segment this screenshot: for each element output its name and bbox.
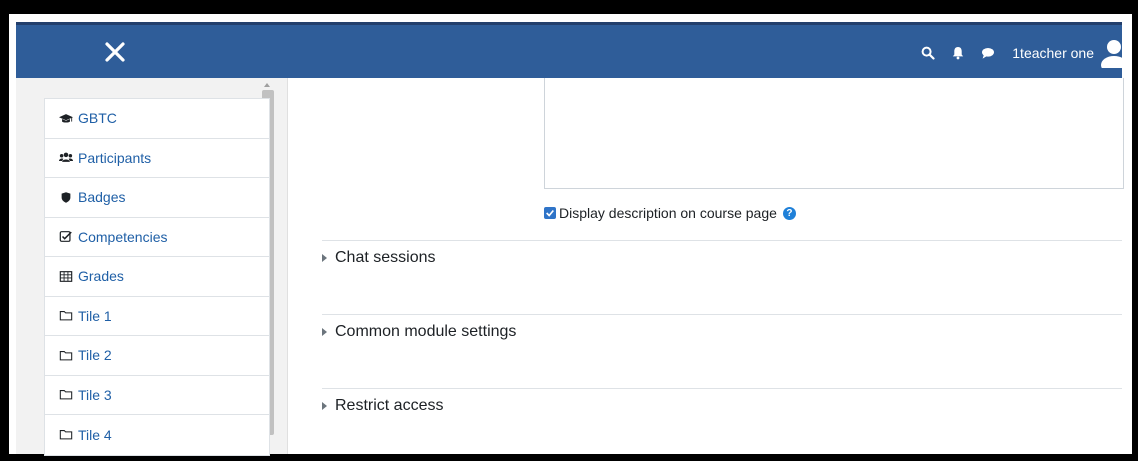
section-label: Common module settings	[335, 323, 517, 340]
section-restrict-access[interactable]: Restrict access	[322, 397, 443, 415]
check-square-icon	[58, 230, 74, 244]
sidebar-item-label: Tile 1	[78, 307, 112, 324]
search-icon	[921, 46, 935, 60]
sidebar-item-label: Tile 4	[78, 426, 112, 443]
navbar: 1teacher one	[16, 22, 1122, 78]
sidebar-item-label: Badges	[78, 189, 126, 206]
sidebar-item-label: Tile 3	[78, 386, 112, 403]
bell-icon	[953, 47, 964, 60]
folder-icon	[58, 428, 74, 442]
description-editor[interactable]	[544, 78, 1124, 189]
messages-button[interactable]	[974, 39, 1002, 67]
divider	[322, 240, 1122, 241]
chat-icon	[982, 48, 995, 59]
section-label: Restrict access	[335, 397, 444, 414]
navbar-actions: 1teacher one	[914, 25, 1122, 81]
caret-right-icon	[322, 402, 327, 410]
caret-right-icon	[322, 328, 327, 336]
close-drawer-button[interactable]	[100, 37, 130, 67]
caret-right-icon	[322, 254, 327, 262]
checkmark-icon	[546, 209, 554, 217]
sidebar-item-label: Grades	[78, 268, 124, 285]
main-content: Display description on course page ? Cha…	[289, 78, 1124, 454]
display-description-label[interactable]: Display description on course page	[559, 205, 777, 221]
display-description-checkbox[interactable]	[544, 207, 556, 219]
close-icon	[105, 42, 125, 62]
sidebar-item-label: Participants	[78, 149, 152, 166]
search-button[interactable]	[914, 39, 942, 67]
course-nav-list: GBTC Participants Badges Competencies Gr…	[44, 98, 270, 456]
section-common-module-settings[interactable]: Common module settings	[322, 323, 516, 341]
user-menu-name[interactable]: 1teacher one	[1012, 45, 1094, 61]
sidebar-item-label: Tile 2	[78, 347, 112, 364]
avatar[interactable]	[1100, 38, 1122, 68]
user-avatar-icon	[1101, 40, 1122, 68]
scroll-up-arrow[interactable]	[264, 83, 270, 87]
sidebar-item-tile-2[interactable]: Tile 2	[45, 336, 269, 376]
notifications-button[interactable]	[944, 39, 972, 67]
sidebar-item-competencies[interactable]: Competencies	[45, 218, 269, 257]
display-description-row: Display description on course page ?	[544, 205, 796, 221]
help-icon[interactable]: ?	[782, 206, 796, 220]
divider	[322, 388, 1122, 389]
sidebar-item-label: GBTC	[78, 110, 117, 127]
section-chat-sessions[interactable]: Chat sessions	[322, 249, 436, 267]
divider	[322, 314, 1122, 315]
sidebar-item-tile-1[interactable]: Tile 1	[45, 297, 269, 336]
section-label: Chat sessions	[335, 249, 436, 266]
sidebar-item-grades[interactable]: Grades	[45, 257, 269, 297]
sidebar-item-tile-4[interactable]: Tile 4	[45, 415, 269, 455]
sidebar-item-label: Competencies	[78, 228, 168, 245]
graduation-cap-icon	[58, 111, 74, 125]
folder-icon	[58, 388, 74, 402]
sidebar-item-participants[interactable]: Participants	[45, 139, 269, 178]
sidebar-item-gbtc[interactable]: GBTC	[45, 99, 269, 139]
users-icon	[58, 151, 74, 165]
folder-icon	[58, 309, 74, 323]
shield-icon	[58, 190, 74, 204]
folder-icon	[58, 348, 74, 362]
table-icon	[58, 269, 74, 283]
sidebar-item-badges[interactable]: Badges	[45, 178, 269, 218]
sidebar-item-tile-3[interactable]: Tile 3	[45, 376, 269, 415]
